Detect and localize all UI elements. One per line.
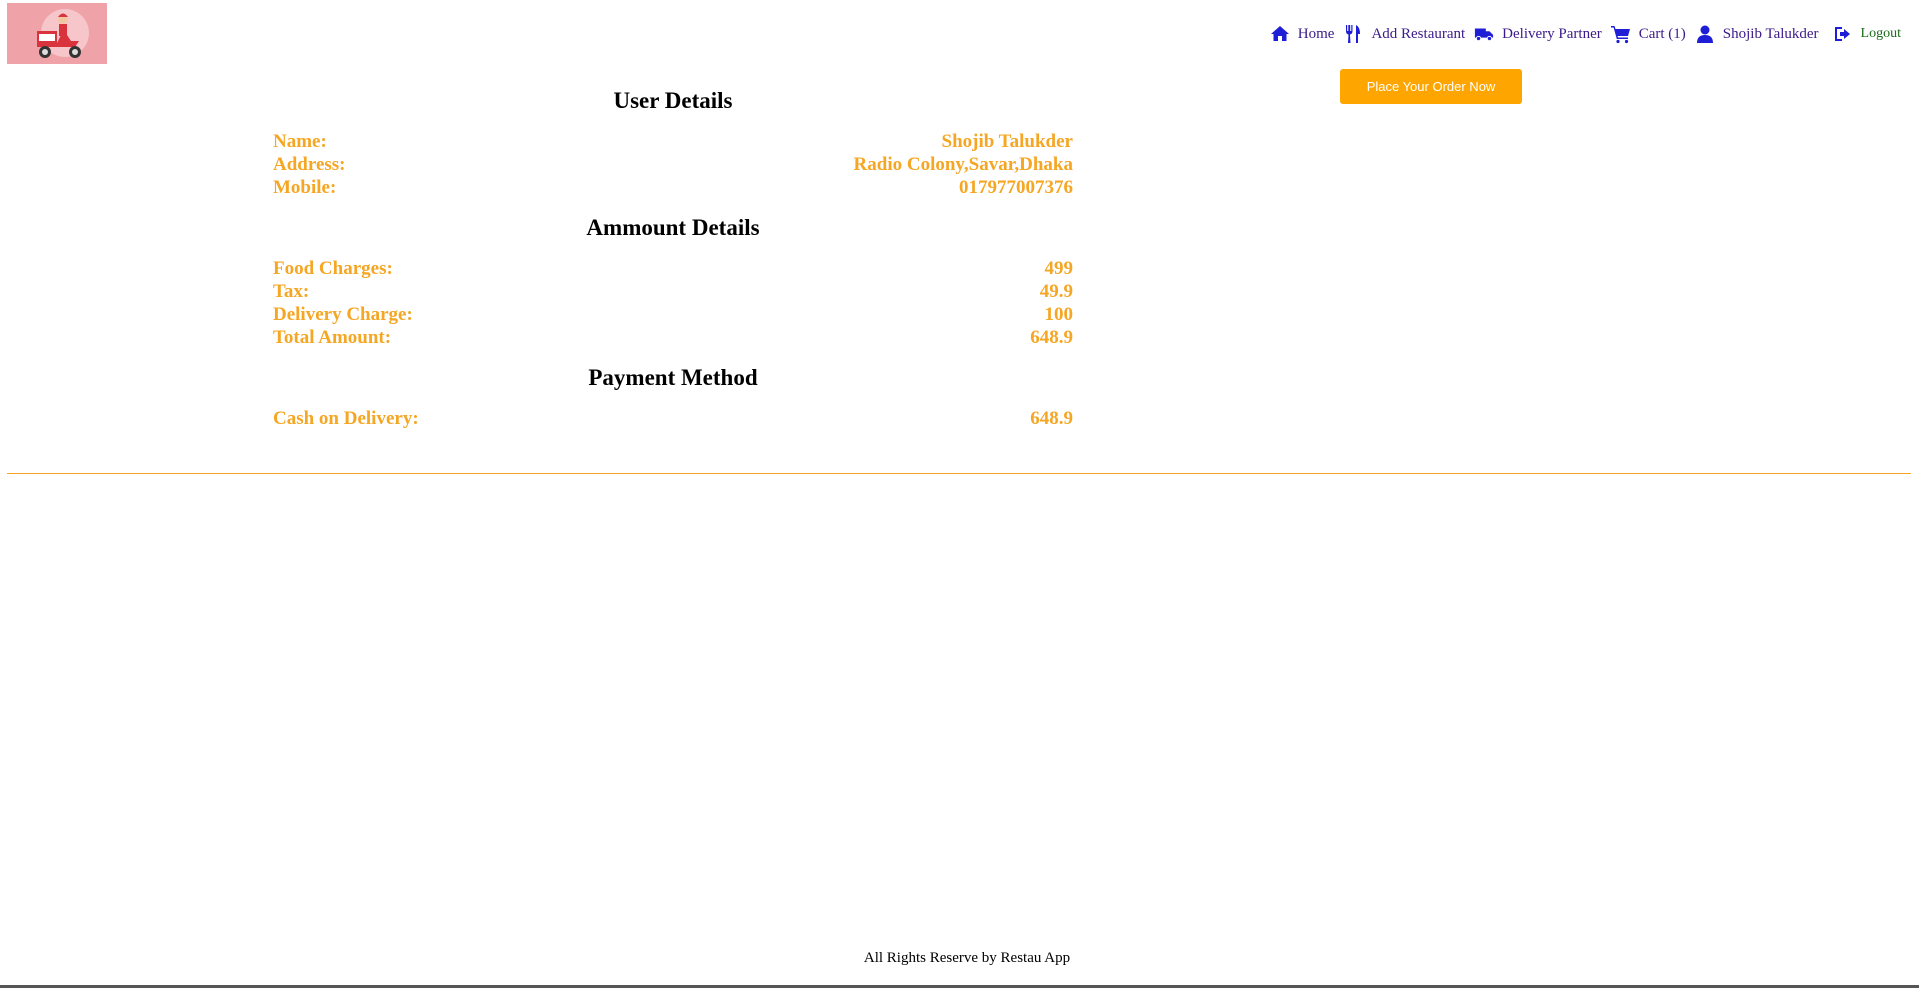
cart-icon [1610, 24, 1631, 44]
logout-icon [1833, 24, 1853, 44]
amount-value: 49.9 [1039, 281, 1073, 302]
nav-logout[interactable]: Logout [1833, 24, 1901, 44]
logo[interactable] [7, 3, 107, 64]
amount-row-food: Food Charges: 499 [273, 257, 1073, 280]
page: Home Add Restaurant Delivery Partner Car… [0, 0, 1919, 988]
detail-label: Mobile: [273, 177, 337, 198]
nav-home[interactable]: Home [1270, 24, 1335, 44]
nav-logout-label: Logout [1860, 26, 1901, 41]
amount-label: Total Amount: [273, 327, 392, 348]
order-details: User Details Name: Shojib Talukder Addre… [273, 86, 1073, 444]
payment-label: Cash on Delivery: [273, 408, 419, 429]
divider [7, 473, 1911, 474]
detail-value: 017977007376 [959, 177, 1073, 198]
amount-row-total: Total Amount: 648.9 [273, 326, 1073, 349]
user-details-rows: Name: Shojib Talukder Address: Radio Col… [273, 130, 1073, 199]
place-order-button[interactable]: Place Your Order Now [1340, 69, 1522, 104]
truck-icon [1474, 24, 1494, 44]
nav-home-label: Home [1297, 25, 1335, 42]
amount-row-tax: Tax: 49.9 [273, 280, 1073, 303]
payment-method-title: Payment Method [588, 365, 758, 390]
payment-method-rows: Cash on Delivery: 648.9 [273, 407, 1073, 430]
detail-row-mobile: Mobile: 017977007376 [273, 176, 1073, 199]
delivery-scooter-icon [37, 8, 89, 58]
nav-add-restaurant-label: Add Restaurant [1371, 25, 1466, 42]
payment-value: 648.9 [1030, 408, 1073, 429]
amount-details-title: Ammount Details [586, 215, 760, 240]
detail-label: Name: [273, 131, 327, 152]
detail-row-name: Name: Shojib Talukder [273, 130, 1073, 153]
amount-details-rows: Food Charges: 499 Tax: 49.9 Delivery Cha… [273, 257, 1073, 349]
footer-text: All Rights Reserve by Restau App [863, 950, 1071, 966]
nav-cart[interactable]: Cart (1) [1610, 24, 1686, 44]
amount-value: 100 [1044, 304, 1074, 325]
amount-label: Tax: [273, 281, 310, 302]
amount-row-delivery: Delivery Charge: 100 [273, 303, 1073, 326]
detail-row-address: Address: Radio Colony,Savar,Dhaka [273, 153, 1073, 176]
user-details-title: User Details [613, 88, 733, 113]
amount-value: 499 [1044, 258, 1074, 279]
fork-knife-icon [1343, 24, 1363, 44]
amount-value: 648.9 [1030, 327, 1073, 348]
amount-label: Delivery Charge: [273, 304, 413, 325]
detail-value: Shojib Talukder [941, 131, 1074, 152]
amount-label: Food Charges: [273, 258, 393, 279]
nav-add-restaurant[interactable]: Add Restaurant [1343, 24, 1465, 44]
payment-row-cod: Cash on Delivery: 648.9 [273, 407, 1073, 430]
user-icon [1695, 24, 1715, 44]
nav-delivery-partner[interactable]: Delivery Partner [1474, 24, 1602, 44]
nav-cart-label: Cart (1) [1638, 25, 1686, 42]
nav-delivery-partner-label: Delivery Partner [1502, 25, 1602, 42]
main-nav: Home Add Restaurant Delivery Partner Car… [1261, 24, 1901, 44]
home-icon [1270, 24, 1290, 44]
nav-user-label: Shojib Talukder [1722, 25, 1819, 42]
detail-value: Radio Colony,Savar,Dhaka [853, 154, 1073, 175]
detail-label: Address: [273, 154, 346, 175]
nav-user[interactable]: Shojib Talukder [1695, 24, 1819, 44]
